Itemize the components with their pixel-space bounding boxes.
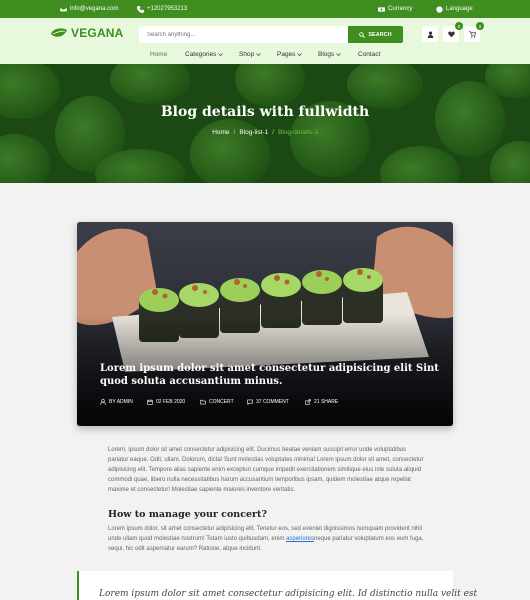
- nav-pages-label: Pages: [277, 50, 296, 58]
- nav-categories[interactable]: Categories: [185, 48, 224, 60]
- breadcrumb: Home / Blog-list-1/Blog-details-3: [0, 129, 530, 136]
- nav-home[interactable]: Home: [150, 48, 167, 60]
- nav-blogs[interactable]: Blogs: [318, 48, 342, 60]
- breadcrumb-current: Blog-details-3: [278, 129, 318, 136]
- logo-text: VEGANA: [71, 26, 124, 40]
- sushi-photo-image: [77, 222, 453, 426]
- phone-contact[interactable]: +12027953213: [137, 0, 187, 18]
- main-nav: Home Categories Shop Pages Blogs Contact: [0, 48, 530, 60]
- chevron-down-icon: [256, 52, 261, 56]
- cart-icon: [468, 30, 476, 38]
- page-title: Blog details with fullwidth: [160, 104, 370, 120]
- nav-categories-label: Categories: [185, 50, 217, 58]
- user-icon: [100, 399, 106, 405]
- nav-contact[interactable]: Contact: [358, 48, 380, 60]
- blockquote: Lorem ipsum dolor sit amet consectetur a…: [77, 571, 477, 600]
- breadcrumb-separator: /: [233, 129, 236, 136]
- nav-home-label: Home: [150, 50, 168, 58]
- cart-count-badge: 0: [476, 22, 484, 30]
- mail-icon: [60, 6, 67, 12]
- globe-icon: [436, 5, 443, 13]
- top-bar: info@vegana.com +12027953213 Currency La…: [0, 0, 530, 18]
- post-date: 02 FEB 2020: [147, 397, 185, 407]
- nav-shop-label: Shop: [239, 50, 255, 58]
- cart-button[interactable]: 0: [464, 22, 484, 42]
- email-text: info@vegana.com: [70, 6, 119, 12]
- phone-icon: [137, 5, 144, 13]
- wishlist-count-badge: 0: [455, 22, 463, 30]
- nav-blogs-label: Blogs: [318, 50, 335, 58]
- breadcrumb-separator: /: [272, 129, 275, 136]
- user-icon: [427, 30, 433, 38]
- site-logo[interactable]: VEGANA: [50, 26, 124, 40]
- article-paragraph: Lorem, ipsum dolor sit amet consectetur …: [108, 447, 424, 493]
- post-date-text: 02 FEB 2020: [156, 399, 186, 405]
- post-category[interactable]: CONCERT: [200, 397, 234, 407]
- nav-shop[interactable]: Shop: [239, 48, 261, 60]
- search-button-label: SEARCH: [368, 31, 392, 38]
- currency-selector[interactable]: Currency: [378, 0, 412, 18]
- language-label: Language: [446, 6, 473, 12]
- currency-label: Currency: [388, 6, 413, 12]
- post-comments-text: 37 COMMENT: [256, 399, 289, 405]
- post-author[interactable]: BY ADMIN: [100, 397, 133, 407]
- calendar-icon: [147, 399, 153, 405]
- site-header: VEGANA SEARCH 0 0 Home Categories Shop P…: [0, 18, 530, 64]
- inline-link[interactable]: asperiores: [286, 536, 314, 542]
- phone-text: +12027953213: [147, 6, 188, 12]
- chevron-down-icon: [218, 52, 224, 56]
- nav-pages[interactable]: Pages: [277, 48, 303, 60]
- post-category-text: CONCERT: [209, 399, 234, 405]
- chevron-down-icon: [297, 52, 303, 56]
- breadcrumb-home[interactable]: Home: [212, 129, 229, 136]
- breadcrumb-blog-list[interactable]: Blog-list-1: [239, 129, 268, 136]
- folder-icon: [200, 399, 206, 405]
- leaves-background-image: [0, 64, 530, 183]
- share-icon: [305, 399, 311, 405]
- account-button[interactable]: [422, 26, 438, 42]
- heart-icon: [447, 31, 455, 37]
- article-heading: How to manage your concert?: [108, 509, 267, 520]
- blockquote-text: Lorem ipsum dolor sit amet consectetur a…: [99, 589, 478, 599]
- post-shares-text: 21 SHARE: [314, 399, 339, 405]
- search-button[interactable]: SEARCH: [348, 26, 403, 43]
- chevron-down-icon: [336, 52, 342, 56]
- search-icon: [359, 31, 366, 38]
- comment-icon: [247, 399, 253, 405]
- post-title[interactable]: Lorem ipsum dolor sit amet consectetur a…: [100, 362, 440, 388]
- wishlist-button[interactable]: 0: [443, 22, 463, 42]
- post-comments[interactable]: 37 COMMENT: [247, 397, 289, 407]
- post-featured-card[interactable]: Lorem ipsum dolor sit amet consectetur a…: [77, 222, 453, 426]
- search-bar: SEARCH: [139, 26, 403, 43]
- page-banner: Blog details with fullwidth Home / Blog-li…: [0, 64, 530, 183]
- search-input[interactable]: [139, 26, 347, 43]
- money-icon: [378, 6, 385, 12]
- post-author-text: BY ADMIN: [109, 399, 133, 405]
- post-shares[interactable]: 21 SHARE: [305, 397, 338, 407]
- article-paragraph: Lorem ipsum dolor, sit amet consectetur …: [108, 524, 425, 554]
- language-selector[interactable]: Language: [436, 0, 473, 18]
- email-contact[interactable]: info@vegana.com: [60, 0, 118, 18]
- nav-contact-label: Contact: [358, 50, 381, 58]
- leaf-logo-icon: [51, 27, 67, 37]
